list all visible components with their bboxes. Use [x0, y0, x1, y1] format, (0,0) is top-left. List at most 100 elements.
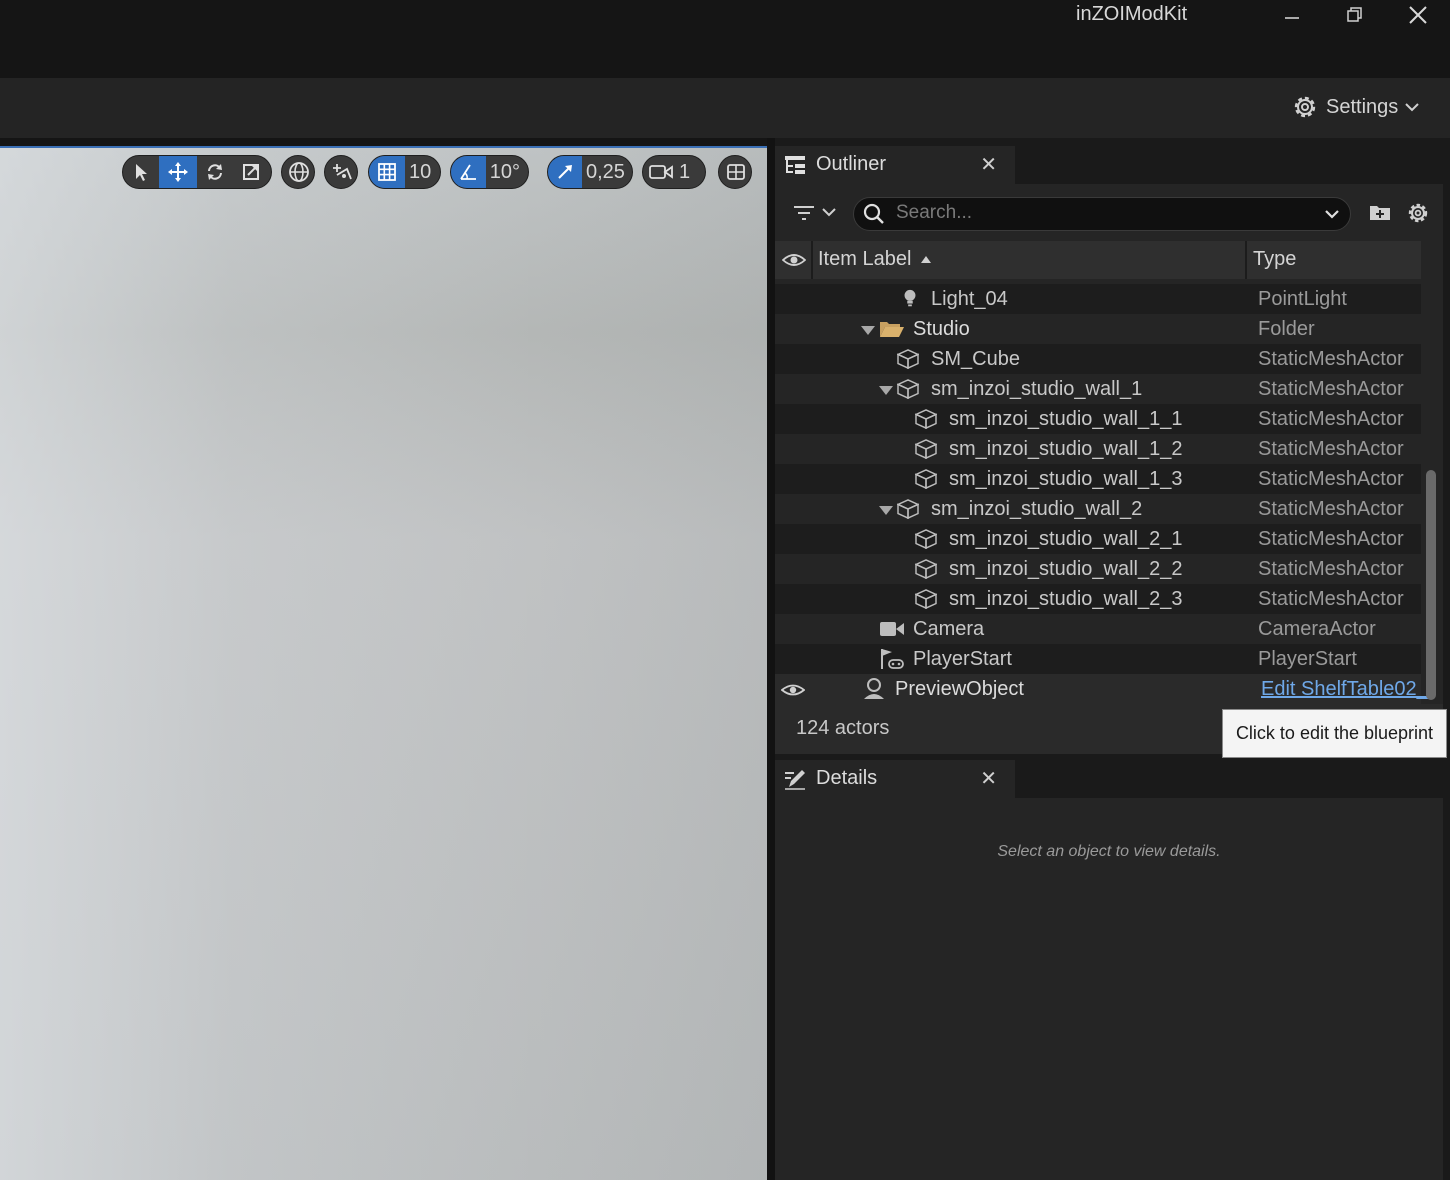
surface-snap-icon	[333, 164, 352, 180]
close-icon	[1409, 6, 1427, 24]
close-details-icon[interactable]: ✕	[980, 766, 997, 791]
outliner-row-camera[interactable]: Camera CameraActor	[775, 614, 1421, 644]
row-type: Folder	[1258, 318, 1315, 340]
point-light-icon	[904, 289, 916, 307]
outliner-row-wall-1-2[interactable]: sm_inzoi_studio_wall_1_2 StaticMeshActor	[775, 434, 1421, 464]
minimize-button[interactable]	[1268, 0, 1316, 30]
outliner-row-wall-2[interactable]: sm_inzoi_studio_wall_2 StaticMeshActor	[775, 494, 1421, 524]
column-header-type[interactable]: Type	[1253, 248, 1296, 271]
tab-details[interactable]: Details ✕	[775, 760, 1015, 798]
row-label: sm_inzoi_studio_wall_1_3	[949, 468, 1183, 490]
outliner-row-wall-1-3[interactable]: sm_inzoi_studio_wall_1_3 StaticMeshActor	[775, 464, 1421, 494]
gear-icon	[1294, 96, 1316, 118]
outliner-row-wall-2-3[interactable]: sm_inzoi_studio_wall_2_3 StaticMeshActor	[775, 584, 1421, 614]
tab-details-label: Details	[816, 767, 878, 789]
settings-button[interactable]: Settings	[1290, 92, 1420, 122]
expand-arrow-icon[interactable]	[879, 386, 893, 395]
eye-icon[interactable]	[781, 681, 805, 699]
grid-icon	[378, 163, 396, 181]
app-title: inZOIModKit	[1076, 3, 1188, 25]
row-type: CameraActor	[1258, 618, 1376, 640]
details-pencil-icon	[785, 770, 805, 790]
scale-snap-control[interactable]: 0,25	[547, 155, 633, 189]
eye-icon[interactable]	[782, 250, 806, 270]
outliner-row-studio-folder[interactable]: Studio Folder	[775, 314, 1421, 344]
scale-snap-value: 0,25	[586, 160, 625, 183]
outliner-search-input[interactable]: Search...	[853, 197, 1351, 231]
outliner-row-wall-2-1[interactable]: sm_inzoi_studio_wall_2_1 StaticMeshActor	[775, 524, 1421, 554]
outliner-settings-button[interactable]	[1405, 200, 1431, 226]
outliner-row-player-start[interactable]: PlayerStart PlayerStart	[775, 644, 1421, 674]
column-header-label[interactable]: Item Label	[818, 248, 911, 271]
rotation-snap-control[interactable]: 10°	[450, 155, 529, 189]
add-folder-icon	[1370, 206, 1390, 220]
static-mesh-icon	[897, 499, 919, 519]
close-window-button[interactable]	[1394, 0, 1442, 30]
outliner-row-wall-1[interactable]: sm_inzoi_studio_wall_1 StaticMeshActor	[775, 374, 1421, 404]
angle-icon	[460, 164, 477, 180]
pawn-icon	[864, 678, 884, 699]
static-mesh-icon	[915, 469, 937, 489]
static-mesh-icon	[915, 529, 937, 549]
chevron-down-icon	[1325, 210, 1339, 219]
static-mesh-icon	[915, 589, 937, 609]
tab-outliner-label: Outliner	[816, 153, 887, 175]
scale-icon	[243, 164, 259, 180]
outliner-header: Item Label Type	[775, 241, 1421, 279]
row-type: StaticMeshActor	[1258, 348, 1404, 370]
filter-button[interactable]	[789, 198, 841, 228]
layout-icon	[727, 164, 745, 180]
outliner-row-wall-2-2[interactable]: sm_inzoi_studio_wall_2_2 StaticMeshActor	[775, 554, 1421, 584]
static-mesh-icon	[897, 379, 919, 399]
surface-snapping-button[interactable]	[324, 155, 358, 189]
chevron-down-icon	[822, 208, 836, 217]
title-bar	[0, 0, 1450, 78]
row-label: sm_inzoi_studio_wall_2	[931, 498, 1143, 520]
camera-speed-value: 1	[679, 160, 691, 183]
outliner-row-light-04[interactable]: Light_04 PointLight	[775, 284, 1421, 314]
tooltip: Click to edit the blueprint	[1222, 709, 1447, 758]
row-type: StaticMeshActor	[1258, 588, 1404, 610]
camera-speed-control[interactable]: 1	[642, 155, 706, 189]
chevron-down-icon	[1405, 103, 1419, 112]
move-icon	[168, 162, 188, 182]
close-outliner-icon[interactable]: ✕	[980, 152, 997, 177]
row-type: StaticMeshActor	[1258, 558, 1404, 580]
row-label: Studio	[913, 318, 970, 340]
row-label: sm_inzoi_studio_wall_2_3	[949, 588, 1183, 610]
scale-tool-button[interactable]	[233, 156, 269, 188]
grid-snap-control[interactable]: 10	[368, 155, 441, 189]
add-folder-button[interactable]	[1368, 200, 1392, 226]
viewport-layout-button[interactable]	[718, 155, 752, 189]
row-label: sm_inzoi_studio_wall_2_1	[949, 528, 1183, 550]
row-label: sm_inzoi_studio_wall_1_2	[949, 438, 1183, 460]
globe-icon	[289, 162, 309, 182]
camera-icon	[880, 622, 904, 636]
outliner-scrollbar[interactable]	[1426, 470, 1436, 700]
tab-outliner[interactable]: Outliner ✕	[775, 146, 1015, 184]
world-local-toggle[interactable]	[281, 155, 315, 189]
row-label: Camera	[913, 618, 985, 640]
settings-label: Settings	[1326, 95, 1399, 118]
row-label: sm_inzoi_studio_wall_2_2	[949, 558, 1183, 580]
grid-snap-value: 10	[409, 160, 432, 183]
outliner-row-wall-1-1[interactable]: sm_inzoi_studio_wall_1_1 StaticMeshActor	[775, 404, 1421, 434]
edit-blueprint-link[interactable]: Edit ShelfTable02_	[1261, 678, 1428, 701]
row-label: PreviewObject	[895, 678, 1024, 700]
static-mesh-icon	[915, 409, 937, 429]
restore-button[interactable]	[1331, 0, 1379, 30]
translate-tool-button[interactable]	[159, 156, 197, 188]
level-viewport[interactable]	[0, 147, 767, 1180]
restore-icon	[1347, 7, 1362, 22]
row-type: PointLight	[1258, 288, 1347, 310]
static-mesh-icon	[897, 349, 919, 369]
row-type: StaticMeshActor	[1258, 468, 1404, 490]
minimize-icon	[1285, 17, 1299, 19]
outliner-row-sm-cube[interactable]: SM_Cube StaticMeshActor	[775, 344, 1421, 374]
expand-arrow-icon[interactable]	[861, 326, 875, 335]
rotate-tool-button[interactable]	[197, 156, 233, 188]
select-tool-button[interactable]	[123, 156, 159, 188]
row-type: StaticMeshActor	[1258, 528, 1404, 550]
static-mesh-icon	[915, 559, 937, 579]
expand-arrow-icon[interactable]	[879, 506, 893, 515]
